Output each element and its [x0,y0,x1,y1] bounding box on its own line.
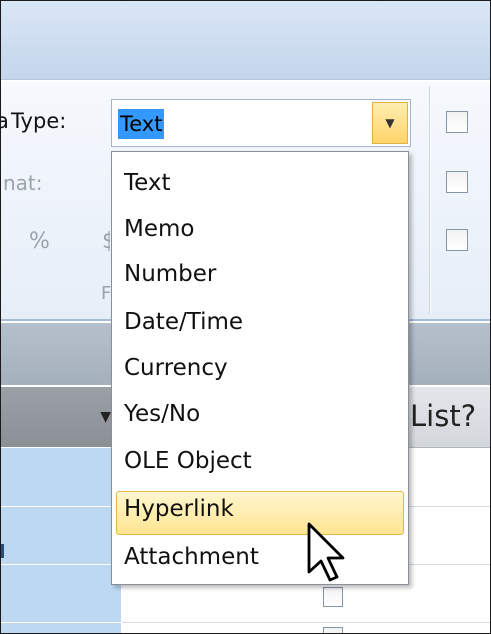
field-column-header[interactable]: ▼ [1,387,122,447]
currency-button[interactable]: $ [102,229,110,254]
option-attachment[interactable]: Attachment [124,544,259,570]
row-indicator [1,544,4,558]
indexed-checkbox[interactable] [446,229,468,251]
option-yes-no[interactable]: Yes/No [124,401,200,427]
option-currency[interactable]: Currency [124,355,228,381]
data-type-label: aType: [1,109,67,133]
data-type-dropdown-list[interactable]: Text Memo Number Date/Time Currency Yes/… [111,151,409,585]
ribbon-tab-strip [1,1,490,80]
option-ole-object[interactable]: OLE Object [124,448,252,474]
unique-checkbox[interactable] [446,171,468,193]
app-window: aType: nat: % $ F Text ▼ ▼ List? Text Me… [0,0,491,634]
option-text[interactable]: Text [124,170,171,196]
column-header-text: List? [410,399,477,433]
chevron-down-icon[interactable]: ▼ [100,409,111,425]
row-checkbox[interactable] [323,627,343,633]
option-hyperlink[interactable]: Hyperlink [124,496,234,522]
selected-column-cells[interactable] [1,448,121,633]
percent-button[interactable]: % [29,229,50,254]
row-divider [1,564,121,565]
grid-line [122,622,490,623]
option-date-time[interactable]: Date/Time [124,309,243,335]
row-divider [1,622,121,623]
row-checkbox[interactable] [323,587,343,607]
combo-selected-value: Text [118,109,165,139]
option-memo[interactable]: Memo [124,216,194,242]
chevron-down-icon[interactable]: ▼ [372,102,408,144]
data-type-combo[interactable]: Text ▼ [111,99,411,147]
ribbon-group-separator [429,86,430,314]
option-number[interactable]: Number [124,261,216,287]
format-label: nat: [3,171,43,195]
formatting-group-label: F [101,283,111,304]
mouse-pointer-icon [307,522,345,582]
required-checkbox[interactable] [446,111,468,133]
row-divider [1,506,121,507]
ribbon-highlight [1,80,490,82]
